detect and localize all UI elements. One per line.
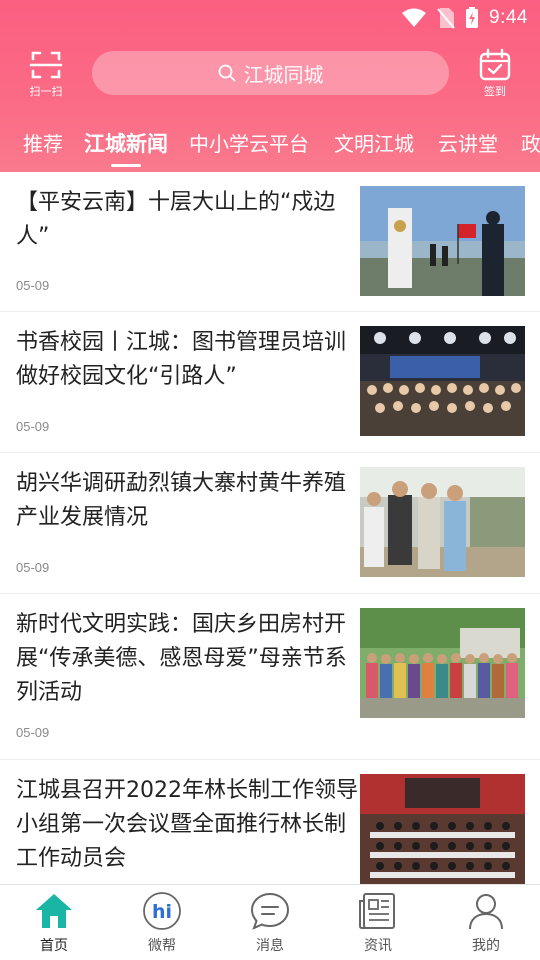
tab-recommend[interactable]: 推荐 — [23, 128, 63, 168]
nav-weibang[interactable]: hi 微帮 — [122, 891, 202, 957]
village-group-photo — [360, 608, 525, 718]
home-icon — [36, 894, 72, 928]
nav-news-label: 资讯 — [364, 938, 392, 954]
meeting-hall-photo — [360, 774, 525, 884]
nav-home[interactable]: 首页 — [14, 891, 94, 957]
tab-cloud-lecture[interactable]: 云讲堂 — [438, 128, 498, 168]
news-item[interactable]: 胡兴华调研勐烈镇大寨村黄牛养殖产业发展情况 05-09 — [0, 453, 540, 594]
hi-badge-text: hi — [152, 901, 172, 923]
news-title: 胡兴华调研勐烈镇大寨村黄牛养殖产业发展情况 — [16, 471, 347, 530]
news-item[interactable]: 【平安云南】十层大山上的“戍边人” 05-09 — [0, 172, 540, 312]
nav-news[interactable]: 资讯 — [338, 891, 418, 957]
active-tab-indicator — [111, 164, 141, 167]
category-tabs: 推荐 江城新闻 中小学云平台 文明江城 云讲堂 政 — [0, 120, 540, 172]
no-sim-icon — [437, 8, 455, 29]
news-title: 书香校园丨江城：图书管理员培训做好校园文化“引路人” — [16, 330, 347, 389]
battery-icon — [466, 7, 479, 28]
search-placeholder: 江城同城 — [243, 62, 324, 87]
news-item[interactable]: 书香校园丨江城：图书管理员培训做好校园文化“引路人” 05-09 — [0, 312, 540, 453]
nav-weibang-label: 微帮 — [148, 938, 176, 954]
news-date: 05-09 — [16, 725, 50, 740]
nav-home-label: 首页 — [40, 938, 68, 954]
checkin-label: 签到 — [484, 85, 506, 98]
news-title: 江城县召开2022年林长制工作领导小组第一次会议暨全面推行林长制工作动员会 — [16, 778, 358, 871]
bottom-navigation: 首页 hi 微帮 消息 资讯 我的 — [0, 884, 540, 960]
news-thumbnail[interactable] — [360, 467, 525, 577]
tab-civilized-jiangcheng[interactable]: 文明江城 — [334, 128, 414, 168]
calendar-check-icon — [479, 48, 511, 81]
chat-icon — [250, 892, 290, 930]
nav-messages-label: 消息 — [256, 938, 284, 954]
checkin-button[interactable]: 签到 — [476, 48, 514, 102]
tab-politics[interactable]: 政 — [521, 128, 540, 168]
news-list: 【平安云南】十层大山上的“戍边人” 05-09 书香校园丨江城：图书管理员培训做… — [0, 172, 540, 884]
hi-icon: hi — [143, 892, 181, 930]
search-bar[interactable]: 江城同城 — [92, 51, 449, 95]
news-thumbnail[interactable] — [360, 186, 525, 296]
news-thumbnail[interactable] — [360, 774, 525, 884]
news-item[interactable]: 新时代文明实践：国庆乡田房村开展“传承美德、感恩母爱”母亲节系列活动 05-09 — [0, 594, 540, 760]
app-header: 9:44 扫一扫 江城同城 签到 推荐 江城新闻 中小学云平台 文明江城 云讲堂… — [0, 0, 540, 172]
tab-school-cloud[interactable]: 中小学云平台 — [189, 128, 309, 168]
news-title: 新时代文明实践：国庆乡田房村开展“传承美德、感恩母爱”母亲节系列活动 — [16, 612, 347, 705]
news-date: 05-09 — [16, 278, 50, 293]
news-thumbnail[interactable] — [360, 326, 525, 436]
cattle-farm-visit-photo — [360, 467, 525, 577]
nav-mine[interactable]: 我的 — [446, 891, 526, 957]
news-icon — [359, 893, 395, 929]
border-patrol-photo — [360, 186, 525, 296]
tab-jiangcheng-news[interactable]: 江城新闻 — [84, 128, 168, 168]
scan-button[interactable]: 扫一扫 — [26, 48, 66, 102]
news-title: 【平安云南】十层大山上的“戍边人” — [16, 190, 336, 249]
search-icon — [218, 64, 235, 82]
scan-icon — [29, 51, 63, 79]
news-thumbnail[interactable] — [360, 608, 525, 718]
news-item[interactable]: 江城县召开2022年林长制工作领导小组第一次会议暨全面推行林长制工作动员会 — [0, 760, 540, 884]
wifi-icon — [402, 8, 427, 27]
scan-label: 扫一扫 — [29, 85, 63, 98]
person-icon — [469, 894, 503, 930]
status-bar: 9:44 — [0, 0, 540, 36]
training-group-photo — [360, 326, 525, 436]
nav-mine-label: 我的 — [472, 938, 500, 954]
nav-messages[interactable]: 消息 — [230, 891, 310, 957]
status-time: 9:44 — [489, 7, 528, 28]
news-date: 05-09 — [16, 560, 50, 575]
news-date: 05-09 — [16, 419, 50, 434]
